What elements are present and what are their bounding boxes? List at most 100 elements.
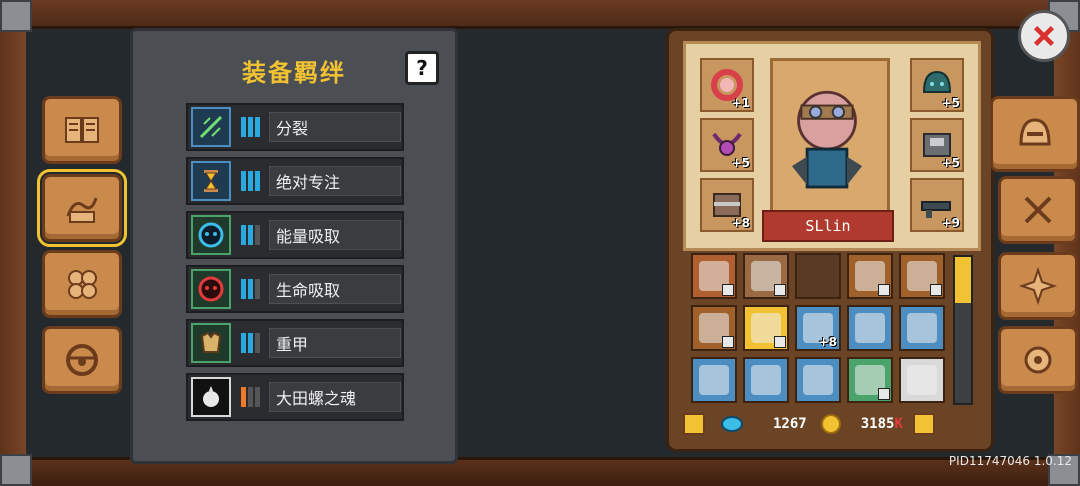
book-icon <box>65 117 99 143</box>
lock-icon <box>774 284 786 296</box>
bone-icon <box>855 313 885 343</box>
equip-bonus: +1 <box>731 96 750 110</box>
bond-level-bars <box>235 114 265 140</box>
equip-slot-armor[interactable]: +5 <box>910 118 964 172</box>
equip-bonus: +5 <box>731 156 750 170</box>
inventory-slot[interactable] <box>743 357 789 403</box>
tab-book[interactable] <box>42 96 122 164</box>
blue-orb-icon <box>191 215 231 255</box>
bone-icon <box>907 313 937 343</box>
inventory-slot[interactable] <box>899 253 945 299</box>
character-name: SLlin <box>762 210 894 242</box>
bond-level-bars <box>235 330 265 356</box>
inventory-bonus: +8 <box>818 335 837 349</box>
bond-name: 绝对专注 <box>269 166 401 196</box>
inventory-slot[interactable] <box>743 305 789 351</box>
feather-icon <box>803 365 833 395</box>
empty-slot <box>803 261 833 291</box>
bond-level-bars <box>235 384 265 410</box>
lock-icon <box>774 336 786 348</box>
inventory-slot[interactable] <box>691 253 737 299</box>
tab-settings[interactable] <box>998 326 1078 394</box>
bond-row-5[interactable]: 大田螺之魂 <box>186 373 404 421</box>
lock-icon <box>878 284 890 296</box>
helmet-tab-icon <box>1019 118 1051 146</box>
equip-slot-weapon[interactable]: +9 <box>910 178 964 232</box>
armor-icon <box>191 323 231 363</box>
inventory-slot[interactable] <box>899 357 945 403</box>
lock-icon <box>722 284 734 296</box>
coin-count: 3185 <box>860 416 895 432</box>
bond-row-4[interactable]: 重甲 <box>186 319 404 367</box>
currency-row: 1267 3185 K <box>683 411 975 437</box>
coin-suffix: K <box>894 416 903 432</box>
equip-slot-amulet[interactable]: +5 <box>700 118 754 172</box>
inventory-slot[interactable]: +8 <box>795 305 841 351</box>
tab-upgrade[interactable] <box>998 176 1078 244</box>
equip-slot-chest[interactable]: +8 <box>700 178 754 232</box>
bond-level-bars <box>235 222 265 248</box>
compass-icon <box>1018 266 1058 306</box>
hourglass-icon <box>191 161 231 201</box>
wheel-icon <box>66 344 98 376</box>
bond-row-3[interactable]: 生命吸取 <box>186 265 404 313</box>
wood-frame-top <box>0 0 1080 29</box>
bond-row-2[interactable]: 能量吸取 <box>186 211 404 259</box>
bond-name: 生命吸取 <box>269 274 401 304</box>
tab-compass[interactable] <box>998 252 1078 320</box>
upgrade-swords-icon <box>1024 196 1052 224</box>
wood-frame-left <box>0 26 26 460</box>
bond-name: 分裂 <box>269 112 401 142</box>
inventory-slot[interactable] <box>899 305 945 351</box>
help-button[interactable]: ? <box>405 51 439 85</box>
equip-bonus: +8 <box>731 216 750 230</box>
inventory-slot[interactable] <box>847 305 893 351</box>
lock-icon <box>878 388 890 400</box>
bond-name: 大田螺之魂 <box>269 382 401 412</box>
inventory-slot[interactable] <box>795 357 841 403</box>
close-button[interactable] <box>1018 10 1070 62</box>
equipment-area: +1 +5 +8 +5 +5 +9 SLlin <box>683 41 981 251</box>
tab-items[interactable] <box>42 250 122 318</box>
gem-icon <box>721 416 743 432</box>
bond-level-bars <box>235 276 265 302</box>
scrollbar-thumb[interactable] <box>955 257 971 303</box>
storage-icon[interactable] <box>683 413 705 435</box>
bond-row-1[interactable]: 绝对专注 <box>186 157 404 205</box>
equip-bonus: +5 <box>941 96 960 110</box>
feather-icon <box>699 365 729 395</box>
version-label: PID11747046 1.0.12 <box>948 454 1072 468</box>
inventory-slot[interactable] <box>795 253 841 299</box>
bond-level-bars <box>235 168 265 194</box>
inventory-slot[interactable] <box>847 357 893 403</box>
corner-top-left <box>0 0 32 32</box>
corner-bottom-left <box>0 454 32 486</box>
equip-bonus: +9 <box>941 216 960 230</box>
inventory-slot[interactable] <box>847 253 893 299</box>
inventory-slot[interactable] <box>743 253 789 299</box>
inventory-slot[interactable] <box>691 357 737 403</box>
bond-row-0[interactable]: 分裂 <box>186 103 404 151</box>
tab-helmet[interactable] <box>990 96 1080 172</box>
bond-name: 能量吸取 <box>269 220 401 250</box>
bond-name: 重甲 <box>269 328 401 358</box>
scroll-icon <box>907 365 937 395</box>
gem-count: 1267 <box>773 416 807 432</box>
inventory-slot[interactable] <box>691 305 737 351</box>
tab-bonds[interactable] <box>37 169 127 247</box>
character-panel: +1 +5 +8 +5 +5 +9 SLlin +8 1267 3185 K <box>666 28 994 452</box>
gear-icon <box>1024 346 1052 374</box>
equip-bonus: +5 <box>941 156 960 170</box>
gold-coin-icon <box>820 414 841 434</box>
hero-avatar-icon <box>791 90 863 189</box>
sort-icon[interactable] <box>912 413 935 435</box>
bond-panel: 装备羁绊 ? 分裂 绝对专注 能量吸取 生命吸取 重甲 大田螺之魂 <box>130 28 458 464</box>
inventory-scrollbar[interactable] <box>953 255 973 405</box>
equip-slot-ring[interactable]: +1 <box>700 58 754 112</box>
snail-icon <box>191 377 231 417</box>
tab-steering[interactable] <box>42 326 122 394</box>
close-icon <box>1033 25 1055 47</box>
lock-icon <box>722 336 734 348</box>
equip-slot-helmet[interactable]: +5 <box>910 58 964 112</box>
items-cluster-icon <box>68 270 97 299</box>
